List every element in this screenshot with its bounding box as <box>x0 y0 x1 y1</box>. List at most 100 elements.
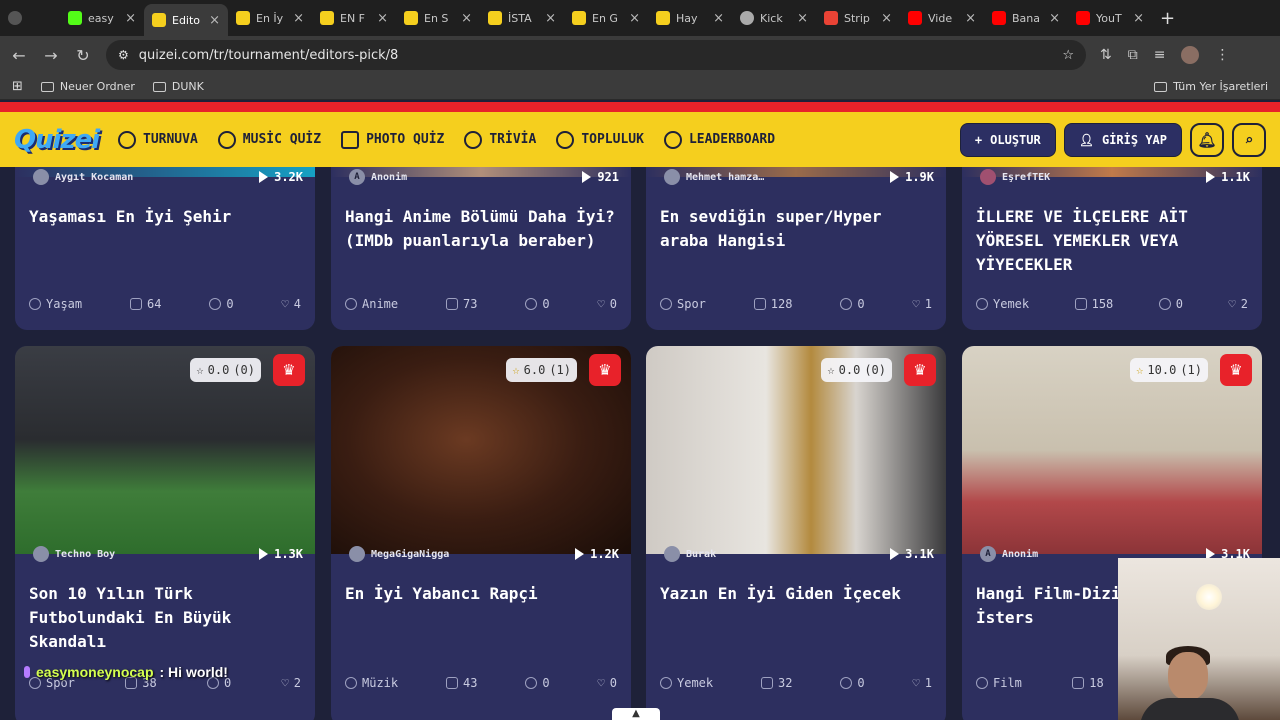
quiz-title[interactable]: Yaşaması En İyi Şehir <box>29 205 299 229</box>
browser-tab-active[interactable]: Edito × <box>144 4 228 36</box>
quiz-title[interactable]: En sevdiğin super/Hyper araba Hangisi <box>660 205 930 253</box>
quiz-cover-image[interactable] <box>962 346 1262 554</box>
close-icon[interactable]: × <box>125 11 136 26</box>
tournament-crown-button[interactable]: ♛ <box>589 354 621 386</box>
nav-tournament[interactable]: TURNUVA <box>118 130 198 149</box>
nav-leaderboard[interactable]: LEADERBOARD <box>663 130 775 149</box>
category[interactable]: Film <box>976 676 1022 690</box>
close-icon[interactable]: × <box>797 11 808 26</box>
category[interactable]: Yemek <box>976 297 1029 311</box>
new-tab-icon[interactable]: + <box>1160 8 1175 29</box>
create-button[interactable]: + OLUŞTUR <box>959 122 1056 157</box>
close-icon[interactable]: × <box>1049 11 1060 26</box>
nav-photo-quiz[interactable]: PHOTO QUİZ <box>341 130 444 149</box>
apps-grid-icon[interactable]: ⊞ <box>12 79 23 94</box>
card-author[interactable]: Burak <box>664 542 716 566</box>
forward-arrow-icon[interactable]: → <box>42 46 60 65</box>
bookmark-star-icon[interactable]: ☆ <box>1062 48 1074 63</box>
card-author[interactable]: A Anonim <box>980 542 1038 566</box>
login-button[interactable]: 👤︎ GİRİŞ YAP <box>1063 122 1182 157</box>
back-arrow-icon[interactable]: ← <box>10 46 28 65</box>
close-icon[interactable]: × <box>209 13 220 28</box>
quiz-cover-image[interactable] <box>331 346 631 554</box>
scroll-to-top-button[interactable]: ▲ <box>612 708 660 720</box>
quiz-title[interactable]: Yazın En İyi Giden İçecek <box>660 582 930 606</box>
category[interactable]: Yemek <box>660 676 713 690</box>
quiz-title[interactable]: Hangi Anime Bölümü Daha İyi? (IMDb puanl… <box>345 205 615 253</box>
browser-tab[interactable]: Hay × <box>648 4 732 32</box>
quiz-card[interactable]: Aygıt Kocaman 3.2K Yaşaması En İyi Şehir… <box>15 167 315 330</box>
like-count[interactable]: ♡ 1 <box>913 676 932 690</box>
browser-tab[interactable]: İSTA × <box>480 4 564 32</box>
category[interactable]: Anime <box>345 297 398 311</box>
reading-list-icon[interactable]: ≡ <box>1154 47 1166 63</box>
bookmark-folder[interactable]: DUNK <box>152 80 204 93</box>
notifications-button[interactable]: 🔔︎ <box>1190 122 1224 157</box>
like-count[interactable]: ♡0 <box>598 297 617 311</box>
category[interactable]: Müzik <box>345 676 398 690</box>
close-icon[interactable]: × <box>377 11 388 26</box>
close-icon[interactable]: × <box>293 11 304 26</box>
nav-trivia[interactable]: TRİVİA <box>464 130 536 149</box>
quiz-card[interactable]: EşrefTEK 1.1K İLLERE VE İLÇELERE AİT YÖR… <box>962 167 1262 330</box>
quiz-cover-image[interactable] <box>15 346 315 554</box>
browser-tab[interactable]: easy × <box>60 4 144 32</box>
browser-tab[interactable]: YouT × <box>1068 4 1152 32</box>
card-author[interactable]: MegaGigaNigga <box>349 542 449 566</box>
nav-music-quiz[interactable]: MUSİC QUİZ <box>217 130 321 149</box>
card-author[interactable]: A Anonim <box>349 167 407 189</box>
browser-tab[interactable]: Strip × <box>816 4 900 32</box>
tournament-crown-button[interactable]: ♛ <box>904 354 936 386</box>
close-icon[interactable]: × <box>713 11 724 26</box>
tournament-crown-button[interactable]: ♛ <box>273 354 305 386</box>
close-icon[interactable]: × <box>545 11 556 26</box>
profile-avatar[interactable] <box>1181 46 1200 64</box>
browser-tab[interactable]: En İy × <box>228 4 312 32</box>
tournament-crown-button[interactable]: ♛ <box>1220 354 1252 386</box>
like-count[interactable]: ♡ 2 <box>282 676 301 690</box>
category[interactable]: Yaşam <box>29 297 82 311</box>
nav-community[interactable]: TOPLULUK <box>556 130 644 149</box>
bookmark-folder[interactable]: Neuer Ordner <box>40 80 135 93</box>
card-author[interactable]: Techno Boy <box>33 542 115 566</box>
reload-icon[interactable]: ↻ <box>74 46 92 65</box>
menu-icon[interactable]: ⋮ <box>1215 47 1229 63</box>
site-logo[interactable]: Quizei <box>14 125 104 155</box>
quiz-card[interactable]: ☆ 0.0 (0) ♛ Burak 3.1K Yazın En İyi Giden … <box>646 346 946 720</box>
quiz-cover-image[interactable] <box>646 346 946 554</box>
close-icon[interactable]: × <box>629 11 640 26</box>
quiz-card[interactable]: ☆ 6.0 (1) ♛ MegaGigaNigga 1.2K En İyi Yaba… <box>331 346 631 720</box>
tab-search-icon[interactable]: ⇅ <box>1100 47 1112 63</box>
close-icon[interactable]: × <box>461 11 472 26</box>
browser-tab[interactable]: Bana × <box>984 4 1068 32</box>
quiz-card[interactable]: Mehmet hamza… 1.9K En sevdiğin super/Hyp… <box>646 167 946 330</box>
tab-group-pill[interactable] <box>0 4 60 32</box>
crown-icon: ♛ <box>1229 361 1243 379</box>
like-count[interactable]: ♡ 4 <box>282 297 301 311</box>
quiz-title[interactable]: En İyi Yabancı Rapçi <box>345 582 615 606</box>
browser-tab[interactable]: Kick × <box>732 4 816 32</box>
close-icon[interactable]: × <box>965 11 976 26</box>
browser-tab[interactable]: En G × <box>564 4 648 32</box>
address-bar[interactable]: ⚙ quizei.com/tr/tournament/editors-pick/… <box>106 40 1086 70</box>
close-icon[interactable]: × <box>1133 11 1144 26</box>
all-bookmarks[interactable]: Tüm Yer İşaretleri <box>1154 80 1268 93</box>
browser-tab[interactable]: Vide × <box>900 4 984 32</box>
browser-tab[interactable]: En S × <box>396 4 480 32</box>
author-name: Anonim <box>1002 548 1039 560</box>
like-count[interactable]: ♡ 1 <box>913 297 932 311</box>
like-count[interactable]: ♡ 2 <box>1229 297 1248 311</box>
search-button[interactable]: ⌕ <box>1232 122 1266 157</box>
quiz-card[interactable]: A Anonim 921 Hangi Anime Bölümü Daha İyi?… <box>331 167 631 330</box>
quiz-title[interactable]: İLLERE VE İLÇELERE AİT YÖRESEL YEMEKLER … <box>976 205 1246 277</box>
quiz-title[interactable]: Son 10 Yılın Türk Futbolundaki En Büyük … <box>29 582 299 654</box>
category[interactable]: Spor <box>660 297 706 311</box>
card-author[interactable]: Mehmet hamza… <box>664 167 764 189</box>
like-count[interactable]: ♡0 <box>598 676 617 690</box>
extensions-icon[interactable]: ⧉ <box>1128 47 1138 63</box>
browser-tab[interactable]: EN F × <box>312 4 396 32</box>
card-author[interactable]: Aygıt Kocaman <box>33 167 133 189</box>
card-author[interactable]: EşrefTEK <box>980 167 1050 189</box>
close-icon[interactable]: × <box>881 11 892 26</box>
site-info-icon[interactable]: ⚙ <box>118 48 129 62</box>
